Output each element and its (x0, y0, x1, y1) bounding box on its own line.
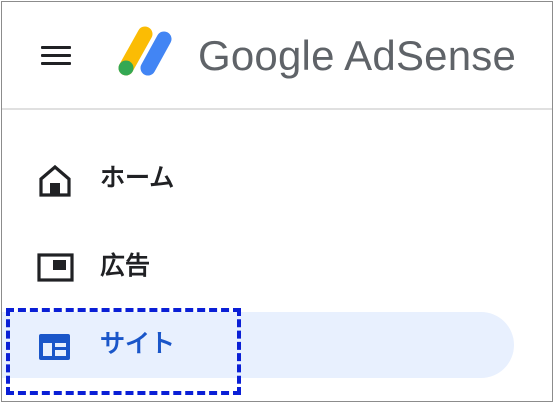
adsense-window: Google AdSense ホーム 広告 サイト (1, 1, 553, 402)
sidebar-item-label: ホーム (100, 164, 175, 192)
sidebar-item-ads[interactable]: 広告 (2, 234, 514, 300)
sidebar-item-sites[interactable]: サイト (2, 312, 514, 378)
hamburger-menu-icon[interactable] (36, 40, 76, 70)
sidebar-item-label: サイト (100, 330, 176, 358)
sites-icon (39, 334, 70, 360)
home-icon (39, 164, 71, 197)
product-name: Google AdSense (198, 32, 517, 79)
ads-icon (37, 253, 74, 282)
top-app-bar: Google AdSense (2, 2, 552, 110)
sidebar-item-label: 広告 (100, 252, 151, 280)
adsense-logo-icon (118, 26, 172, 76)
sidebar-item-home[interactable]: ホーム (2, 146, 514, 212)
